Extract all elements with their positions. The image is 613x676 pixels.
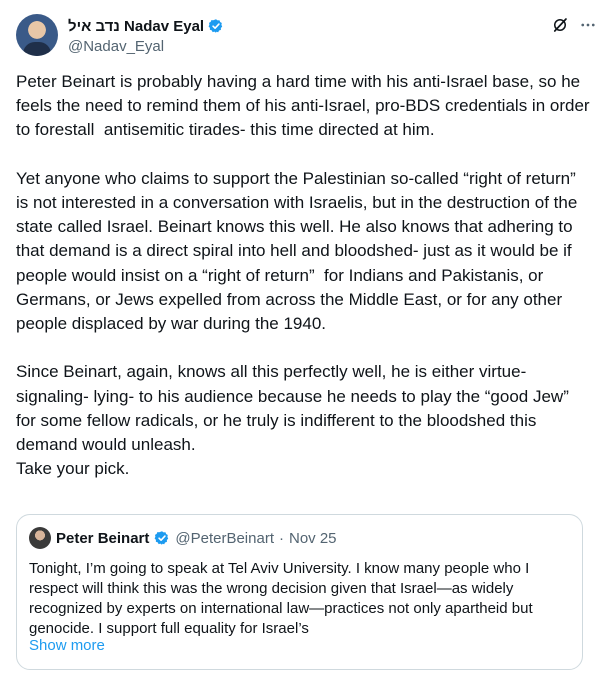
tweet-actions (551, 16, 597, 34)
tweet-paragraph-3: Since Beinart, again, knows all this per… (16, 362, 574, 455)
tweet-body: Peter Beinart is probably having a hard … (16, 70, 591, 481)
tweet-header: נדב איל Nadav Eyal @Nadav_Eyal (16, 12, 597, 60)
quoted-display-name: Peter Beinart (56, 529, 150, 547)
quoted-handle: @PeterBeinart (175, 529, 274, 547)
name-row: נדב איל Nadav Eyal (68, 16, 224, 36)
quoted-separator: · (278, 529, 284, 547)
more-icon[interactable] (579, 16, 597, 34)
author-handle[interactable]: @Nadav_Eyal (68, 38, 224, 55)
more-icon-svg (581, 23, 595, 27)
avatar[interactable] (16, 14, 58, 56)
grok-icon[interactable] (551, 16, 569, 34)
author-display-name[interactable]: נדב איל Nadav Eyal (68, 18, 204, 35)
author-info: נדב איל Nadav Eyal @Nadav_Eyal (68, 16, 224, 55)
quoted-avatar (29, 527, 51, 549)
tweet-paragraph-1: Peter Beinart is probably having a hard … (16, 72, 595, 140)
tweet: נדב איל Nadav Eyal @Nadav_Eyal Peter Bei… (0, 0, 613, 676)
quoted-tweet-text: Tonight, I’m going to speak at Tel Aviv … (29, 560, 533, 637)
quoted-date: Nov 25 (288, 529, 337, 547)
tweet-paragraph-4: Take your pick. (16, 459, 130, 479)
grok-icon-svg (553, 18, 567, 32)
tweet-paragraph-2: Yet anyone who claims to support the Pal… (16, 168, 583, 334)
quoted-tweet[interactable]: Peter Beinart @PeterBeinart · Nov 25 Ton… (16, 514, 583, 670)
quoted-tweet-header: Peter Beinart @PeterBeinart · Nov 25 (29, 527, 337, 549)
show-more-link[interactable]: Show more (29, 637, 105, 654)
quoted-verified-badge-icon (154, 531, 169, 545)
verified-badge-icon (208, 19, 223, 33)
